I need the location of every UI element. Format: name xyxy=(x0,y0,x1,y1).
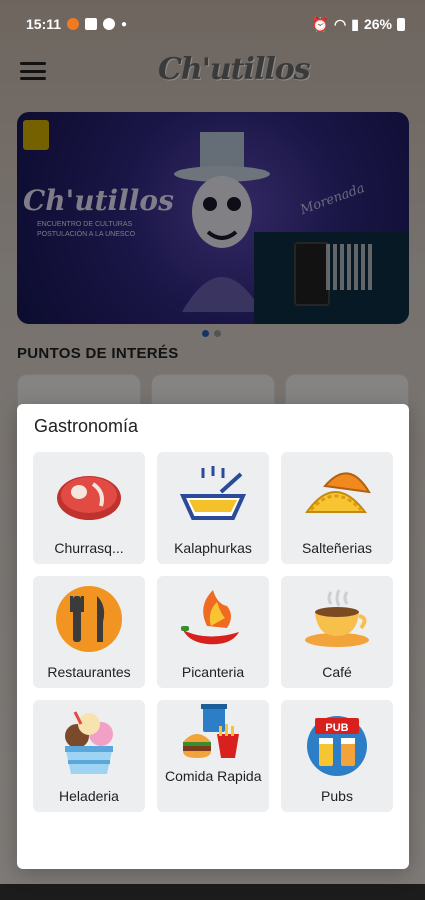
empanada-icon xyxy=(305,472,371,513)
category-tile-churrasqueria[interactable]: Churrasq... xyxy=(33,452,145,564)
category-tile-cafe[interactable]: Café xyxy=(281,576,393,688)
signal-icon: ▮ xyxy=(351,15,359,32)
category-tile-comida-rapida[interactable]: Comida Rapida xyxy=(157,700,269,812)
category-label: Salteñerias xyxy=(301,540,373,556)
category-label: Picanteria xyxy=(181,664,245,680)
category-label: Café xyxy=(322,664,352,680)
ice-cream-icon xyxy=(65,711,113,774)
more-notifications-icon: ● xyxy=(121,18,128,30)
soup-bowl-icon xyxy=(179,466,247,520)
category-label: Churrasq... xyxy=(54,540,124,556)
pub-icon: PUB xyxy=(307,716,367,776)
fast-food-icon xyxy=(183,704,239,758)
hot-pepper-icon xyxy=(181,590,239,645)
category-label: Restaurantes xyxy=(47,664,131,680)
category-tile-pubs[interactable]: PUB Pubs xyxy=(281,700,393,812)
svg-text:PUB: PUB xyxy=(325,722,348,734)
category-label: Pubs xyxy=(321,788,353,804)
status-bar: 15:11 ● ⏰ ◠ ▮ 26% xyxy=(0,0,425,48)
category-tile-picanteria[interactable]: Picanteria xyxy=(157,576,269,688)
category-tile-kalaphurkas[interactable]: Kalaphurkas xyxy=(157,452,269,564)
dialog-title: Gastronomía xyxy=(34,416,139,436)
battery-icon xyxy=(397,17,405,31)
soccer-icon xyxy=(103,18,116,30)
category-tile-saltenerias[interactable]: Salteñerias xyxy=(281,452,393,564)
status-time: 15:11 xyxy=(26,16,62,32)
category-grid: Churrasq... Kalaphurkas Salteñerias Rest… xyxy=(33,452,393,812)
coffee-cup-icon xyxy=(305,589,369,647)
system-navigation-bar xyxy=(0,884,425,900)
category-tile-heladeria[interactable]: Heladeria xyxy=(33,700,145,812)
fork-knife-icon xyxy=(56,586,122,652)
notification-icon xyxy=(67,18,80,30)
category-label: Kalaphurkas xyxy=(174,540,252,556)
gallery-icon xyxy=(85,18,98,30)
category-label: Comida Rapida xyxy=(165,768,262,784)
steak-icon xyxy=(57,476,121,520)
category-label: Heladeria xyxy=(59,788,119,804)
battery-level: 26% xyxy=(363,16,392,32)
alarm-icon: ⏰ xyxy=(311,15,330,32)
wifi-icon: ◠ xyxy=(334,15,347,32)
category-tile-restaurantes[interactable]: Restaurantes xyxy=(33,576,145,688)
gastronomy-dialog: Gastronomía Churrasq... Kalaphurkas Salt… xyxy=(17,404,409,869)
